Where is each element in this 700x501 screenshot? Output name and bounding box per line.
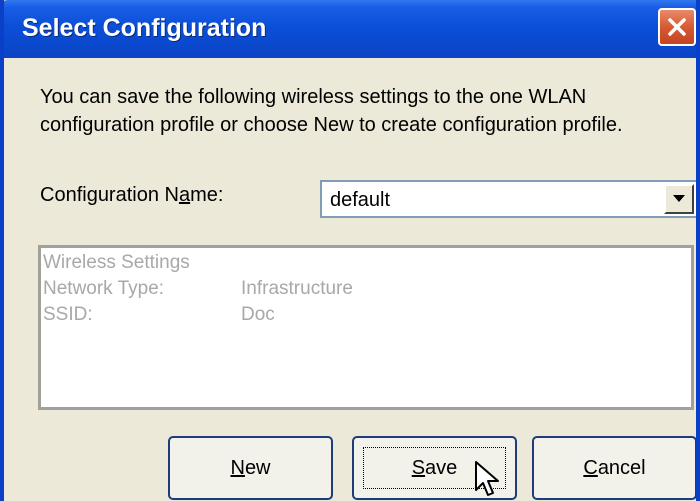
dropdown-button[interactable]	[664, 184, 694, 214]
select-configuration-dialog: Select Configuration You can save the fo…	[0, 0, 700, 501]
title-bar[interactable]: Select Configuration	[4, 0, 696, 58]
network-type-label: Network Type:	[43, 278, 165, 299]
configuration-name-dropdown[interactable]: default	[320, 180, 696, 218]
new-button-label: New	[230, 457, 271, 479]
description-text: You can save the following wireless sett…	[40, 86, 623, 136]
cancel-button-label: Cancel	[583, 457, 646, 479]
configuration-name-label: Configuration Name:	[40, 184, 224, 206]
ssid-row: SSID: Doc	[43, 304, 275, 326]
window-title: Select Configuration	[22, 14, 267, 42]
close-icon	[668, 18, 686, 36]
mouse-cursor-icon	[475, 461, 499, 496]
dropdown-arrow-icon	[673, 195, 685, 202]
network-type-value: Infrastructure	[241, 278, 353, 299]
wireless-settings-box: Wireless Settings Network Type: Infrastr…	[38, 245, 694, 410]
wireless-settings-heading: Wireless Settings	[43, 252, 190, 273]
save-button-label: Save	[411, 457, 458, 479]
ssid-label: SSID:	[43, 304, 93, 325]
ssid-value: Doc	[241, 304, 275, 325]
network-type-row: Network Type: Infrastructure	[43, 278, 353, 300]
new-button[interactable]: New	[168, 436, 333, 500]
close-button[interactable]	[658, 8, 696, 46]
cancel-button[interactable]: Cancel	[532, 436, 696, 500]
configuration-name-value: default	[330, 189, 391, 211]
